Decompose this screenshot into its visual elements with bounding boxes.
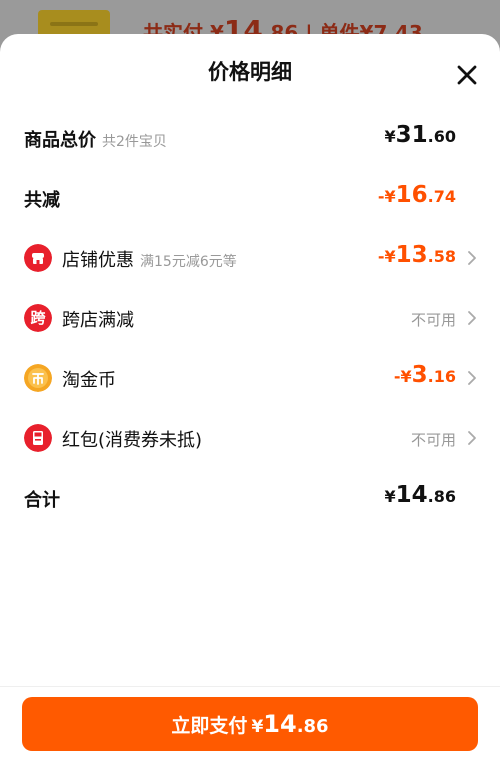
red-packet-label: 红包(消费券未抵) xyxy=(62,430,203,451)
cross-shop-icon-text: 跨 xyxy=(30,309,46,327)
row-sum: 合计 ¥14.86 xyxy=(0,476,500,520)
footer-divider xyxy=(0,686,500,687)
sum-amount: ¥14.86 xyxy=(384,482,457,508)
shop-discount-label: 店铺优惠 xyxy=(62,250,134,271)
row-coins[interactable]: 淘金币 -¥3.16 xyxy=(0,356,500,400)
chevron-right-icon xyxy=(468,311,476,325)
shop-discount-amount: -¥13.58 xyxy=(377,242,456,268)
row-cross-shop[interactable]: 跨 跨店满减 不可用 xyxy=(0,296,500,340)
chevron-right-icon xyxy=(468,431,476,445)
sum-label: 合计 xyxy=(24,490,60,511)
pay-now-amount: ¥14.86 xyxy=(251,710,329,738)
cross-shop-label: 跨店满减 xyxy=(62,310,134,331)
red-packet-status: 不可用 xyxy=(410,431,456,449)
price-detail-sheet: 价格明细 商品总价 共2件宝贝 ¥31.60 共减 -¥16.74 店铺优惠 满… xyxy=(0,34,500,784)
reduction-amount: -¥16.74 xyxy=(377,182,456,208)
coins-label: 淘金币 xyxy=(62,370,116,391)
close-icon xyxy=(457,65,477,85)
shop-icon xyxy=(24,244,52,272)
close-button[interactable] xyxy=(456,64,478,86)
red-packet-icon xyxy=(24,424,52,452)
goods-total-amount: ¥31.60 xyxy=(384,122,457,148)
row-total-reduction: 共减 -¥16.74 xyxy=(0,176,500,220)
pay-now-button[interactable]: 立即支付 ¥14.86 xyxy=(22,697,478,751)
chevron-right-icon xyxy=(468,371,476,385)
goods-total-label: 商品总价 xyxy=(24,130,96,151)
reduction-label: 共减 xyxy=(24,190,60,211)
row-goods-total: 商品总价 共2件宝贝 ¥31.60 xyxy=(0,116,500,160)
pay-now-label: 立即支付 xyxy=(171,714,248,737)
cross-shop-status: 不可用 xyxy=(410,311,456,329)
row-shop-discount[interactable]: 店铺优惠 满15元减6元等 -¥13.58 xyxy=(0,236,500,280)
screen: 共实付 ¥14.86 | 单件¥7.43 价格明细 商品总价 共2件宝贝 ¥31.… xyxy=(0,0,500,784)
coins-amount: -¥3.16 xyxy=(393,362,456,388)
coin-icon xyxy=(24,364,52,392)
sheet-title: 价格明细 xyxy=(208,60,292,84)
row-red-packet[interactable]: 红包(消费券未抵) 不可用 xyxy=(0,416,500,460)
goods-count: 共2件宝贝 xyxy=(102,134,167,150)
shop-discount-rule: 满15元减6元等 xyxy=(140,254,237,270)
chevron-right-icon xyxy=(468,251,476,265)
